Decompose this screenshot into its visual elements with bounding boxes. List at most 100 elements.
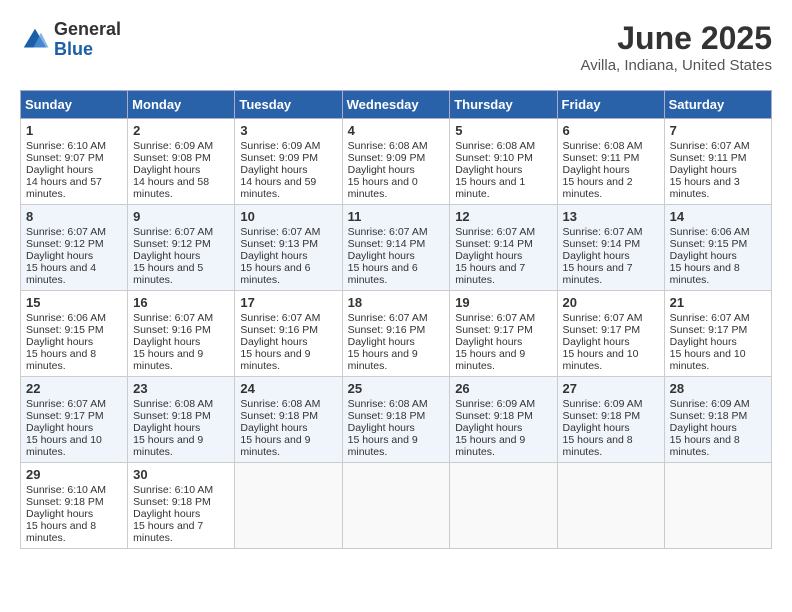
sunset-label: Sunset: 9:12 PM — [133, 238, 211, 250]
daylight-value: 15 hours and 8 minutes. — [670, 262, 740, 286]
sunrise-label: Sunrise: 6:09 AM — [670, 398, 750, 410]
sunset-label: Sunset: 9:09 PM — [240, 152, 318, 164]
daylight-label: Daylight hours — [348, 250, 415, 262]
calendar-cell: 20 Sunrise: 6:07 AM Sunset: 9:17 PM Dayl… — [557, 291, 664, 377]
sunset-label: Sunset: 9:16 PM — [348, 324, 426, 336]
daylight-label: Daylight hours — [455, 250, 522, 262]
location: Avilla, Indiana, United States — [580, 57, 772, 74]
calendar-cell — [235, 463, 342, 549]
logo-general: General — [54, 20, 121, 40]
sunrise-label: Sunrise: 6:07 AM — [563, 226, 643, 238]
daylight-value: 14 hours and 57 minutes. — [26, 176, 102, 200]
daylight-value: 15 hours and 2 minutes. — [563, 176, 633, 200]
day-number: 1 — [26, 123, 122, 138]
calendar-week-row: 8 Sunrise: 6:07 AM Sunset: 9:12 PM Dayli… — [21, 205, 772, 291]
daylight-value: 15 hours and 9 minutes. — [455, 348, 525, 372]
daylight-label: Daylight hours — [240, 164, 307, 176]
daylight-label: Daylight hours — [26, 336, 93, 348]
sunrise-label: Sunrise: 6:08 AM — [348, 398, 428, 410]
daylight-label: Daylight hours — [133, 250, 200, 262]
daylight-value: 15 hours and 3 minutes. — [670, 176, 740, 200]
daylight-value: 15 hours and 8 minutes. — [670, 434, 740, 458]
calendar-cell: 23 Sunrise: 6:08 AM Sunset: 9:18 PM Dayl… — [128, 377, 235, 463]
sunrise-label: Sunrise: 6:07 AM — [348, 312, 428, 324]
calendar-cell: 26 Sunrise: 6:09 AM Sunset: 9:18 PM Dayl… — [450, 377, 557, 463]
calendar-cell: 7 Sunrise: 6:07 AM Sunset: 9:11 PM Dayli… — [664, 119, 771, 205]
sunrise-label: Sunrise: 6:06 AM — [670, 226, 750, 238]
sunset-label: Sunset: 9:17 PM — [670, 324, 748, 336]
sunset-label: Sunset: 9:07 PM — [26, 152, 104, 164]
calendar-header-row: SundayMondayTuesdayWednesdayThursdayFrid… — [21, 91, 772, 119]
weekday-header: Wednesday — [342, 91, 450, 119]
daylight-value: 14 hours and 59 minutes. — [240, 176, 316, 200]
daylight-value: 15 hours and 10 minutes. — [670, 348, 746, 372]
calendar-week-row: 29 Sunrise: 6:10 AM Sunset: 9:18 PM Dayl… — [21, 463, 772, 549]
daylight-label: Daylight hours — [455, 164, 522, 176]
day-number: 21 — [670, 295, 766, 310]
sunrise-label: Sunrise: 6:09 AM — [563, 398, 643, 410]
calendar-cell: 29 Sunrise: 6:10 AM Sunset: 9:18 PM Dayl… — [21, 463, 128, 549]
sunset-label: Sunset: 9:14 PM — [563, 238, 641, 250]
sunrise-label: Sunrise: 6:07 AM — [133, 226, 213, 238]
calendar-cell: 3 Sunrise: 6:09 AM Sunset: 9:09 PM Dayli… — [235, 119, 342, 205]
daylight-label: Daylight hours — [563, 250, 630, 262]
sunset-label: Sunset: 9:17 PM — [26, 410, 104, 422]
calendar-cell: 2 Sunrise: 6:09 AM Sunset: 9:08 PM Dayli… — [128, 119, 235, 205]
day-number: 2 — [133, 123, 229, 138]
day-number: 3 — [240, 123, 336, 138]
calendar-cell: 14 Sunrise: 6:06 AM Sunset: 9:15 PM Dayl… — [664, 205, 771, 291]
day-number: 16 — [133, 295, 229, 310]
calendar-cell: 6 Sunrise: 6:08 AM Sunset: 9:11 PM Dayli… — [557, 119, 664, 205]
sunrise-label: Sunrise: 6:07 AM — [670, 312, 750, 324]
day-number: 22 — [26, 381, 122, 396]
daylight-label: Daylight hours — [563, 336, 630, 348]
sunset-label: Sunset: 9:14 PM — [455, 238, 533, 250]
calendar-cell: 19 Sunrise: 6:07 AM Sunset: 9:17 PM Dayl… — [450, 291, 557, 377]
sunset-label: Sunset: 9:18 PM — [133, 496, 211, 508]
title-area: June 2025 Avilla, Indiana, United States — [580, 20, 772, 74]
daylight-value: 15 hours and 6 minutes. — [240, 262, 310, 286]
day-number: 10 — [240, 209, 336, 224]
sunrise-label: Sunrise: 6:07 AM — [240, 226, 320, 238]
calendar-cell: 30 Sunrise: 6:10 AM Sunset: 9:18 PM Dayl… — [128, 463, 235, 549]
sunrise-label: Sunrise: 6:10 AM — [133, 484, 213, 496]
sunrise-label: Sunrise: 6:07 AM — [455, 312, 535, 324]
daylight-label: Daylight hours — [26, 508, 93, 520]
weekday-header: Thursday — [450, 91, 557, 119]
calendar-cell: 13 Sunrise: 6:07 AM Sunset: 9:14 PM Dayl… — [557, 205, 664, 291]
daylight-label: Daylight hours — [670, 336, 737, 348]
calendar-cell: 1 Sunrise: 6:10 AM Sunset: 9:07 PM Dayli… — [21, 119, 128, 205]
day-number: 27 — [563, 381, 659, 396]
daylight-value: 15 hours and 9 minutes. — [348, 434, 418, 458]
daylight-label: Daylight hours — [240, 422, 307, 434]
daylight-value: 15 hours and 9 minutes. — [133, 348, 203, 372]
sunrise-label: Sunrise: 6:10 AM — [26, 484, 106, 496]
daylight-label: Daylight hours — [670, 250, 737, 262]
daylight-label: Daylight hours — [563, 164, 630, 176]
calendar-cell: 10 Sunrise: 6:07 AM Sunset: 9:13 PM Dayl… — [235, 205, 342, 291]
daylight-label: Daylight hours — [133, 164, 200, 176]
daylight-value: 15 hours and 7 minutes. — [455, 262, 525, 286]
sunset-label: Sunset: 9:11 PM — [670, 152, 747, 164]
sunrise-label: Sunrise: 6:07 AM — [240, 312, 320, 324]
calendar-cell: 27 Sunrise: 6:09 AM Sunset: 9:18 PM Dayl… — [557, 377, 664, 463]
calendar-cell: 8 Sunrise: 6:07 AM Sunset: 9:12 PM Dayli… — [21, 205, 128, 291]
calendar-week-row: 1 Sunrise: 6:10 AM Sunset: 9:07 PM Dayli… — [21, 119, 772, 205]
calendar-cell — [450, 463, 557, 549]
day-number: 23 — [133, 381, 229, 396]
weekday-header: Saturday — [664, 91, 771, 119]
calendar-week-row: 22 Sunrise: 6:07 AM Sunset: 9:17 PM Dayl… — [21, 377, 772, 463]
sunset-label: Sunset: 9:09 PM — [348, 152, 426, 164]
month-year: June 2025 — [580, 20, 772, 57]
day-number: 13 — [563, 209, 659, 224]
weekday-header: Monday — [128, 91, 235, 119]
day-number: 19 — [455, 295, 551, 310]
sunrise-label: Sunrise: 6:09 AM — [455, 398, 535, 410]
daylight-value: 15 hours and 8 minutes. — [26, 348, 96, 372]
daylight-value: 15 hours and 9 minutes. — [133, 434, 203, 458]
daylight-value: 15 hours and 10 minutes. — [26, 434, 102, 458]
sunrise-label: Sunrise: 6:07 AM — [455, 226, 535, 238]
calendar-cell: 28 Sunrise: 6:09 AM Sunset: 9:18 PM Dayl… — [664, 377, 771, 463]
calendar-cell: 21 Sunrise: 6:07 AM Sunset: 9:17 PM Dayl… — [664, 291, 771, 377]
calendar-cell: 11 Sunrise: 6:07 AM Sunset: 9:14 PM Dayl… — [342, 205, 450, 291]
